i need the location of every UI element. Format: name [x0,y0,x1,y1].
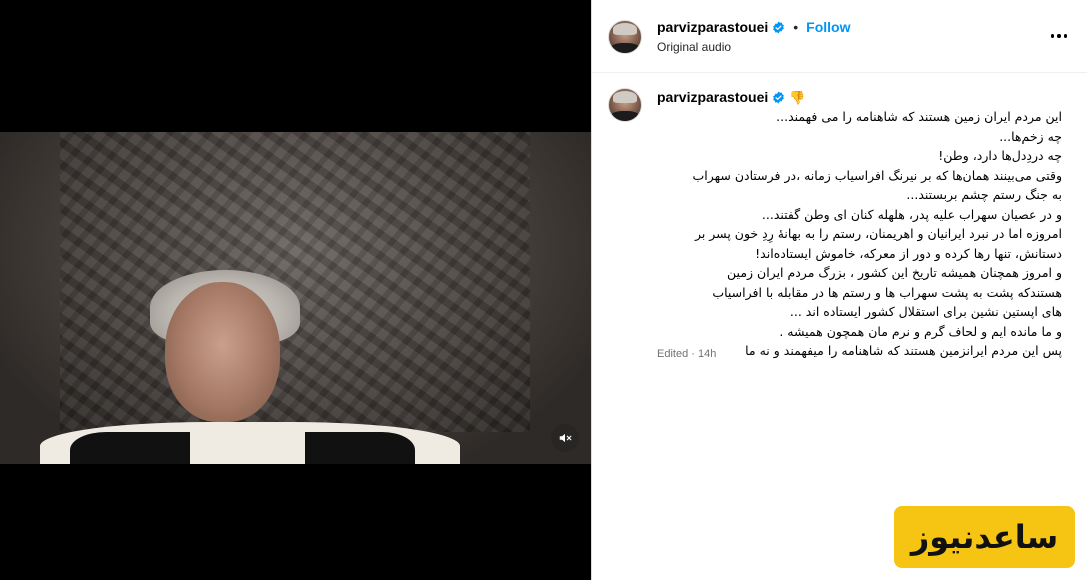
post-meta: Edited · 14h [657,348,716,360]
video-frame[interactable] [0,132,591,464]
avatar-body [611,43,639,53]
person-face [165,282,280,422]
avatar-body [611,111,639,121]
person-vest-right [305,432,415,464]
follow-button[interactable]: Follow [806,19,850,35]
more-options-button[interactable] [1049,26,1069,46]
avatar-hair [613,23,637,35]
original-audio-link[interactable]: Original audio [657,40,731,54]
caption-line: های اپستین نشین برای استقلال کشور ایستاد… [789,304,1062,319]
caption-line: چه زخم‌ها... [999,128,1062,144]
meta-separator: · [691,348,695,360]
caption-username-link[interactable]: parvizparastouei [657,89,768,105]
post-panel: parvizparastouei • Follow Original audio… [591,0,1087,580]
caption-line: و ما مانده ایم و لحاف گرم و نرم مان همچو… [779,323,1062,339]
person-vest-left [70,432,190,464]
avatar[interactable] [608,20,642,54]
caption-line: و امروز همچنان همیشه تاریخ این کشور ، بز… [727,265,1062,280]
header-user-row: parvizparastouei • Follow [657,19,851,35]
caption-line: به جنگ رستم چشم بربستند... [906,187,1062,202]
caption-avatar[interactable] [608,88,642,122]
more-options-icon [1050,34,1055,38]
video-player[interactable] [0,0,591,580]
separator-dot: • [793,19,799,35]
thumbs-down-emoji-icon: 👎 [789,89,806,105]
post-time[interactable]: 14h [698,348,716,360]
background-relief [60,132,530,432]
speaker-muted-icon [559,433,572,443]
post-header: parvizparastouei • Follow Original audio [592,0,1087,73]
mute-button[interactable] [551,424,579,452]
caption-user-row: parvizparastouei 👎 [657,89,805,105]
caption-line: وقتی می‌بینند همان‌ها که بر نیرنگ افراسی… [692,167,1062,183]
caption-line: هستندکه پشت به پشت سهراب ها و رستم ها در… [712,284,1062,300]
username-link[interactable]: parvizparastouei [657,19,768,35]
avatar-hair [613,91,637,103]
verified-icon [773,21,785,33]
watermark-logo: ساعدنیوز [894,506,1075,568]
edited-label: Edited [657,348,689,360]
caption-text: این مردم ایران زمین هستند که شاهنامه را … [652,107,1062,361]
verified-icon [773,91,785,103]
caption-line: و در عصیان سهراب علیه پدر، هلهله کنان ای… [761,206,1062,222]
caption-line: چه دردِدل‌ها دارد، وطن! [938,148,1062,163]
caption-line: امروزه اما در نبرد ایرانیان و اهریمنان، … [694,226,1062,241]
caption-line: این مردم ایران زمین هستند که شاهنامه را … [776,109,1062,124]
caption-line: دستانش، تنها رها کرده و دور از معرکه، خا… [755,245,1062,261]
